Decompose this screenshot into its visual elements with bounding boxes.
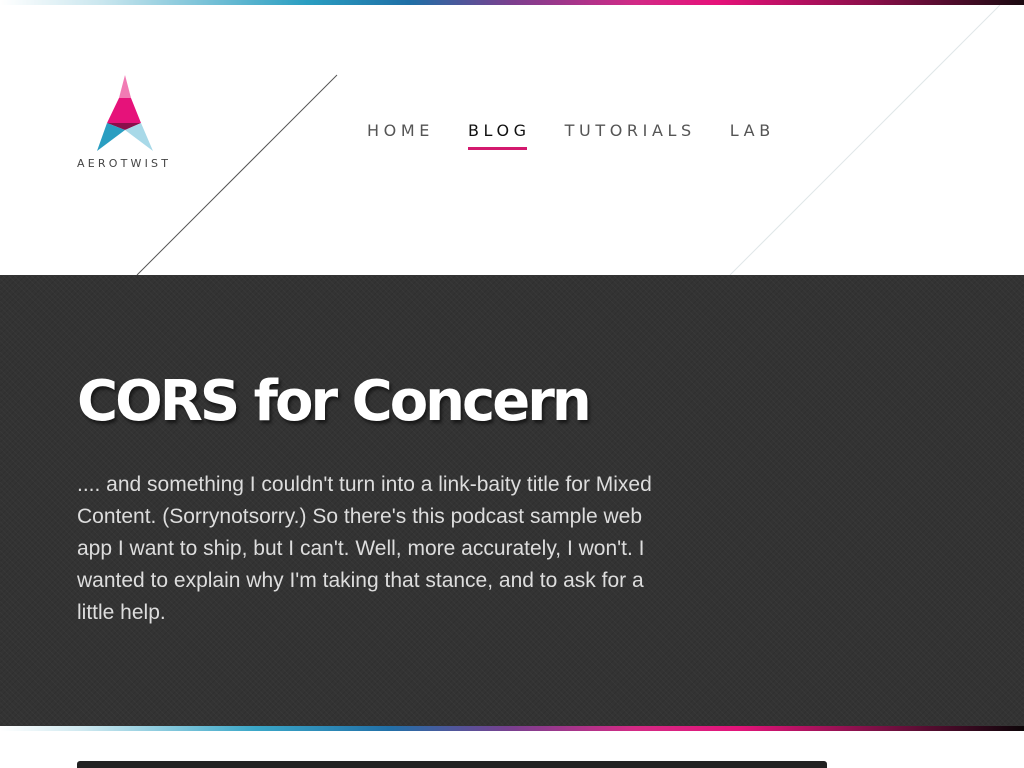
site-header: AEROTWIST HOME BLOG TUTORIALS LAB [0, 5, 1024, 275]
post-hero: CORS for Concern .... and something I co… [0, 275, 1024, 726]
nav-item-home[interactable]: HOME [367, 121, 434, 150]
content-code-block-top [77, 761, 827, 768]
post-title: CORS for Concern [77, 369, 592, 434]
nav-item-lab[interactable]: LAB [730, 121, 775, 150]
nav-item-tutorials[interactable]: TUTORIALS [565, 121, 696, 150]
bottom-gradient-stripe [0, 726, 1024, 731]
logo-triangle-icon [97, 75, 153, 151]
nav-item-blog[interactable]: BLOG [467, 121, 531, 150]
main-nav: HOME BLOG TUTORIALS LAB [367, 121, 809, 150]
post-intro: .... and something I couldn't turn into … [77, 473, 652, 624]
logo-text: AEROTWIST [77, 157, 172, 170]
site-logo-link[interactable]: AEROTWIST [77, 75, 177, 175]
